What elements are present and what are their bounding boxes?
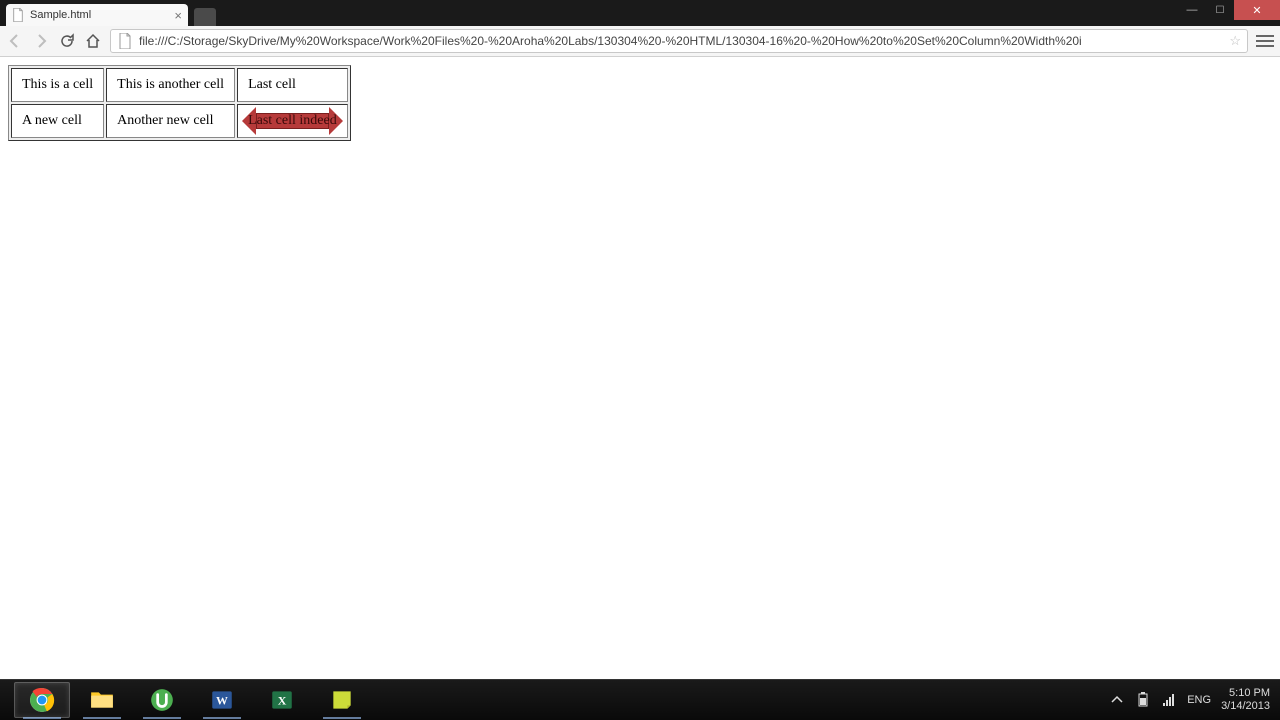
clock-time: 5:10 PM xyxy=(1221,687,1270,700)
taskbar-app-utorrent[interactable] xyxy=(134,682,190,718)
arrow-right-icon xyxy=(33,33,49,49)
clock[interactable]: 5:10 PM 3/14/2013 xyxy=(1221,687,1270,713)
network-icon[interactable] xyxy=(1161,692,1177,708)
window-close-button[interactable]: ✕ xyxy=(1234,0,1280,20)
language-indicator[interactable]: ENG xyxy=(1187,694,1211,706)
browser-toolbar: file:///C:/Storage/SkyDrive/My%20Workspa… xyxy=(0,26,1280,57)
menu-button[interactable] xyxy=(1256,32,1274,50)
file-icon xyxy=(12,8,24,22)
chrome-icon xyxy=(29,687,55,713)
home-button[interactable] xyxy=(84,32,102,50)
maximize-button[interactable]: ☐ xyxy=(1206,0,1234,20)
table-cell-with-arrow: Last cell indeed xyxy=(237,104,348,138)
tab-title: Sample.html xyxy=(30,9,91,21)
chrome-window: Sample.html × — ☐ ✕ xyxy=(0,0,1280,680)
home-icon xyxy=(85,33,101,49)
clock-date: 3/14/2013 xyxy=(1221,700,1270,713)
table-row: A new cell Another new cell Last cell in… xyxy=(11,104,348,138)
table-row: This is a cell This is another cell Last… xyxy=(11,68,348,102)
excel-icon: X xyxy=(269,687,295,713)
taskbar-app-notes[interactable] xyxy=(314,682,370,718)
system-tray: ENG 5:10 PM 3/14/2013 xyxy=(1109,687,1276,713)
new-tab-button[interactable] xyxy=(194,8,216,26)
hamburger-icon xyxy=(1256,35,1274,47)
svg-text:W: W xyxy=(216,693,228,707)
taskbar-app-word[interactable]: W xyxy=(194,682,250,718)
table-cell: Another new cell xyxy=(106,104,235,138)
browser-tab[interactable]: Sample.html × xyxy=(6,4,188,26)
minimize-button[interactable]: — xyxy=(1178,0,1206,20)
table-cell-text: Last cell indeed xyxy=(248,113,337,128)
arrow-left-icon xyxy=(7,33,23,49)
bookmark-star-icon[interactable]: ☆ xyxy=(1229,33,1241,49)
table-cell: This is a cell xyxy=(11,68,104,102)
desktop: Sample.html × — ☐ ✕ xyxy=(0,0,1280,720)
reload-button[interactable] xyxy=(58,32,76,50)
reload-icon xyxy=(59,33,75,49)
address-bar[interactable]: file:///C:/Storage/SkyDrive/My%20Workspa… xyxy=(110,29,1248,53)
table-cell: A new cell xyxy=(11,104,104,138)
sample-table: This is a cell This is another cell Last… xyxy=(8,65,351,141)
sticky-note-icon xyxy=(329,687,355,713)
table-cell: This is another cell xyxy=(106,68,235,102)
tab-strip: Sample.html × — ☐ ✕ xyxy=(0,0,1280,26)
tray-chevron-icon[interactable] xyxy=(1109,692,1125,708)
table-cell: Last cell xyxy=(237,68,348,102)
battery-icon[interactable] xyxy=(1135,692,1151,708)
taskbar-app-chrome[interactable] xyxy=(14,682,70,718)
forward-button[interactable] xyxy=(32,32,50,50)
page-viewport[interactable]: This is a cell This is another cell Last… xyxy=(0,57,1280,680)
page-icon xyxy=(117,33,133,49)
taskbar-app-excel[interactable]: X xyxy=(254,682,310,718)
tab-close-icon[interactable]: × xyxy=(174,9,182,22)
utorrent-icon xyxy=(149,687,175,713)
window-controls: — ☐ ✕ xyxy=(1178,0,1280,20)
url-text: file:///C:/Storage/SkyDrive/My%20Workspa… xyxy=(139,34,1082,48)
taskbar-app-explorer[interactable] xyxy=(74,682,130,718)
folder-icon xyxy=(89,687,115,713)
taskbar: W X ENG 5:10 PM 3/14/2013 xyxy=(0,679,1280,720)
svg-text:X: X xyxy=(278,693,287,707)
back-button[interactable] xyxy=(6,32,24,50)
word-icon: W xyxy=(209,687,235,713)
